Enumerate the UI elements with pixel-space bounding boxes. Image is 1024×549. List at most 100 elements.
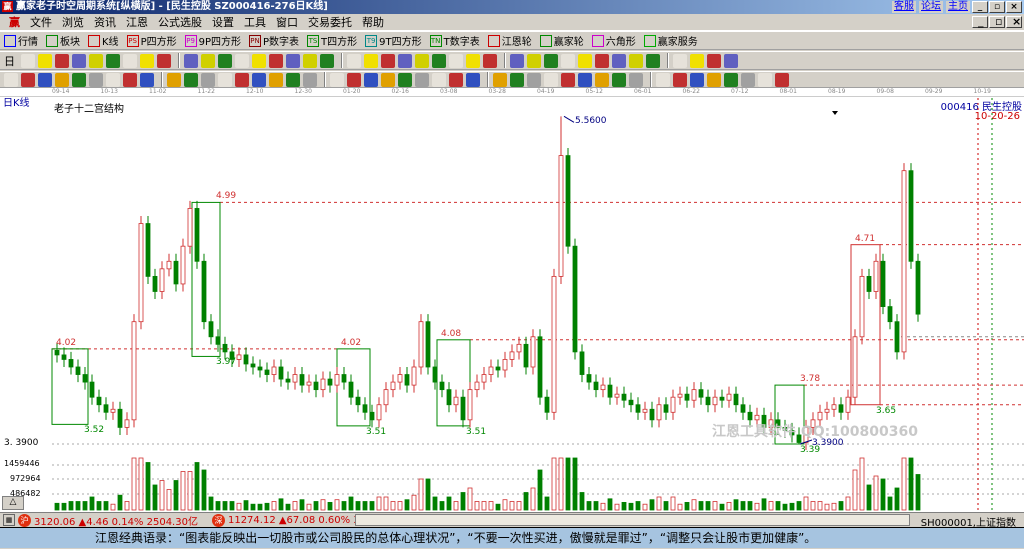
tool-icon[interactable] [140,53,154,68]
tool-icon[interactable] [578,72,592,87]
tool-icon[interactable] [741,72,755,87]
tool-icon[interactable] [449,72,463,87]
tool-icon[interactable] [252,53,266,68]
child-minimize-button[interactable]: _ [972,16,988,28]
tool-icon[interactable] [673,53,687,68]
tool-icon[interactable] [466,53,480,68]
sh-index-quote[interactable]: 3120.06 ▲4.46 0.14% 2504.30亿 [34,513,198,528]
tool-icon[interactable] [201,53,215,68]
tool-icon[interactable] [612,72,626,87]
tool-icon[interactable] [561,72,575,87]
toolbar-button[interactable]: 板块 [46,33,80,48]
tool-icon[interactable] [218,72,232,87]
tool-icon[interactable] [21,53,35,68]
tool-icon[interactable] [4,72,18,87]
link-home[interactable]: 主页 [946,1,970,13]
expand-button[interactable]: △ [2,496,24,510]
tool-icon[interactable] [157,53,171,68]
tool-icon[interactable] [612,53,626,68]
tool-icon[interactable] [21,72,35,87]
tool-icon[interactable] [527,53,541,68]
tool-icon[interactable] [758,72,772,87]
tool-icon[interactable] [707,72,721,87]
tool-icon[interactable] [286,53,300,68]
period-select[interactable]: 日 [4,53,15,69]
close-button[interactable]: × [1006,1,1022,13]
menu-trade[interactable]: 交易委托 [303,14,357,30]
tool-icon[interactable] [55,72,69,87]
tool-icon[interactable] [38,53,52,68]
tool-icon[interactable] [690,53,704,68]
toolbar-button[interactable]: T9 9T四方形 [365,33,422,48]
tool-icon[interactable] [303,53,317,68]
tool-icon[interactable] [415,72,429,87]
menu-file[interactable]: 文件 [25,14,57,30]
menu-browse[interactable]: 浏览 [57,14,89,30]
tool-icon[interactable] [578,53,592,68]
tool-icon[interactable] [483,53,497,68]
calculator-icon[interactable]: ▦ [3,514,15,526]
menu-logo-icon[interactable]: 赢 [4,14,25,30]
tool-icon[interactable] [364,72,378,87]
tool-icon[interactable] [123,72,137,87]
tool-icon[interactable] [561,53,575,68]
tool-icon[interactable] [724,53,738,68]
tool-icon[interactable] [775,72,789,87]
menu-info[interactable]: 资讯 [89,14,121,30]
tool-icon[interactable] [398,53,412,68]
toolbar-button[interactable]: 江恩轮 [487,33,532,48]
tool-icon[interactable] [184,53,198,68]
tool-icon[interactable] [432,53,446,68]
tool-icon[interactable] [320,53,334,68]
tool-icon[interactable] [364,53,378,68]
tool-icon[interactable] [184,72,198,87]
toolbar-button[interactable]: PN P数字表 [249,33,299,48]
tool-icon[interactable] [629,72,643,87]
tool-icon[interactable] [106,53,120,68]
menu-window[interactable]: 窗口 [271,14,303,30]
child-close-button[interactable]: × [1006,16,1022,28]
tool-icon[interactable] [286,72,300,87]
tool-icon[interactable] [347,72,361,87]
tool-icon[interactable] [510,72,524,87]
child-restore-button[interactable]: ▫ [989,16,1005,28]
tool-icon[interactable] [646,53,660,68]
tool-icon[interactable] [595,72,609,87]
link-service[interactable]: 客服 [892,1,916,13]
toolbar-button[interactable]: 赢家服务 [643,33,698,48]
tool-icon[interactable] [707,53,721,68]
restore-button[interactable]: ▫ [989,1,1005,13]
tool-icon[interactable] [673,72,687,87]
toolbar-button[interactable]: 行情 [4,33,38,48]
menu-settings[interactable]: 设置 [207,14,239,30]
tool-icon[interactable] [38,72,52,87]
tool-icon[interactable] [381,72,395,87]
tool-icon[interactable] [269,72,283,87]
tool-icon[interactable] [595,53,609,68]
tool-icon[interactable] [252,72,266,87]
tool-icon[interactable] [72,72,86,87]
tool-icon[interactable] [235,72,249,87]
tool-icon[interactable] [493,72,507,87]
toolbar-button[interactable]: TN T数字表 [429,33,480,48]
tool-icon[interactable] [527,72,541,87]
menu-help[interactable]: 帮助 [357,14,389,30]
link-forum[interactable]: 论坛 [919,1,943,13]
tool-icon[interactable] [381,53,395,68]
tool-icon[interactable] [544,72,558,87]
tool-icon[interactable] [303,72,317,87]
tool-icon[interactable] [269,53,283,68]
tool-icon[interactable] [235,53,249,68]
tool-icon[interactable] [466,72,480,87]
tool-icon[interactable] [415,53,429,68]
kline-chart[interactable]: 09-14 10-13 11-02 11-22 12-10 12-30 01-20 02-16… [0,88,1024,512]
tool-icon[interactable] [690,72,704,87]
toolbar-button[interactable]: 赢家轮 [539,33,584,48]
tool-icon[interactable] [544,53,558,68]
menu-gann[interactable]: 江恩 [121,14,153,30]
tool-icon[interactable] [347,53,361,68]
toolbar-button[interactable]: 六角形 [591,33,636,48]
menu-tools[interactable]: 工具 [239,14,271,30]
tool-icon[interactable] [167,72,181,87]
toolbar-button[interactable]: TS T四方形 [307,33,357,48]
